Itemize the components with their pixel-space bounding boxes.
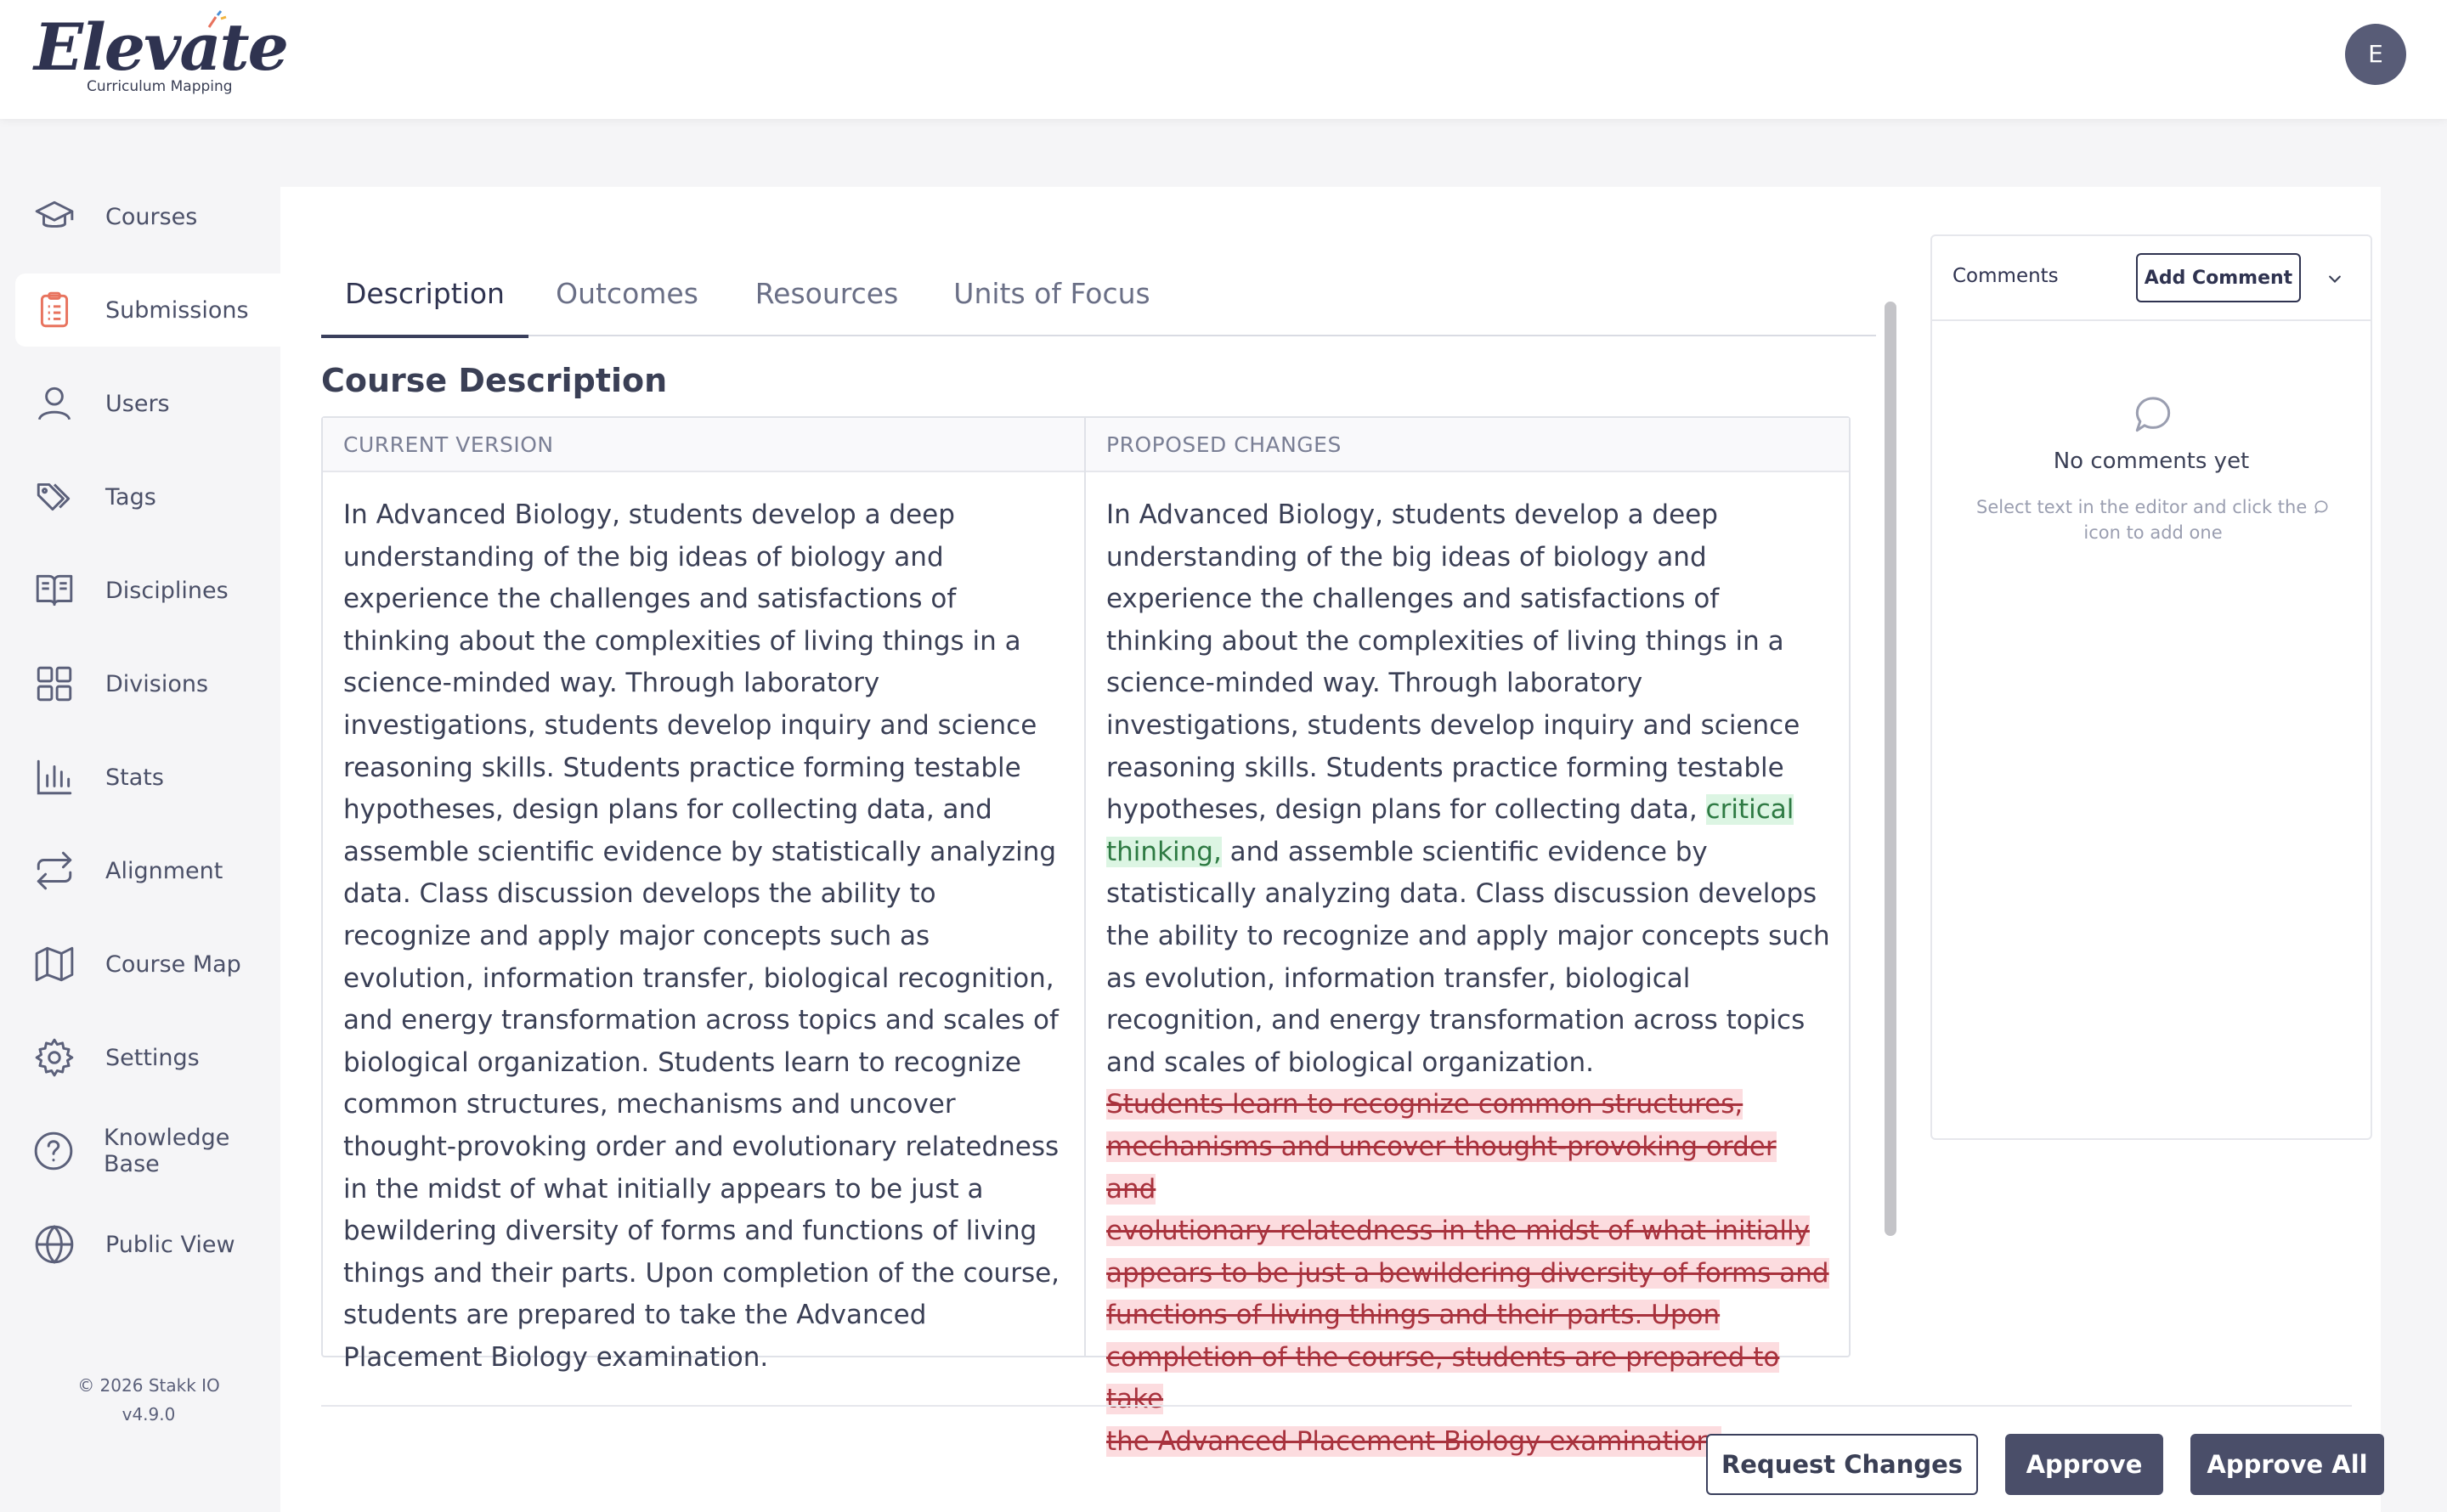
hint-text: Select text in the editor and click the: [1976, 497, 2308, 517]
sidebar-item-tags[interactable]: Tags: [15, 460, 280, 533]
sidebar-item-label: Knowledge Base: [104, 1125, 230, 1177]
sidebar-item-public-view[interactable]: Public View: [15, 1208, 280, 1281]
current-version-header: CURRENT VERSION: [323, 418, 1084, 472]
sidebar-item-label: Courses: [105, 203, 198, 230]
proposed-changes-text: In Advanced Biology, students develop a …: [1086, 472, 1849, 1464]
sidebar-item-course-map[interactable]: Course Map: [15, 928, 280, 1001]
section-title: Course Description: [321, 362, 668, 399]
user-icon: [32, 381, 76, 426]
grid-icon: [32, 662, 76, 706]
comments-hint: Select text in the editor and click the …: [1966, 494, 2340, 545]
sidebar-item-users[interactable]: Users: [15, 367, 280, 440]
comment-bubble-icon: [2314, 500, 2328, 514]
deleted-line: mechanisms and uncover thought-provoking…: [1106, 1131, 1777, 1205]
tab-underline: [321, 335, 1876, 336]
current-version-text: In Advanced Biology, students develop a …: [343, 499, 1060, 1373]
clipboard-icon: [32, 288, 76, 332]
current-version-column: CURRENT VERSION In Advanced Biology, stu…: [323, 418, 1086, 1373]
comments-panel: Comments Add Comment No comments yet Sel…: [1930, 234, 2372, 1140]
app-footer: © 2026 Stakk IO v4.9.0: [51, 1371, 246, 1429]
gear-icon: [32, 1035, 76, 1080]
sidebar-item-label: Settings: [105, 1044, 200, 1071]
sidebar-item-label: Public View: [105, 1231, 235, 1258]
bar-chart-icon: [32, 755, 76, 799]
sidebar-item-label: Users: [105, 390, 170, 417]
map-icon: [32, 942, 76, 986]
comments-title: Comments: [1953, 265, 2059, 287]
tab-outcomes[interactable]: Outcomes: [542, 253, 712, 335]
diff-viewer: CURRENT VERSION In Advanced Biology, stu…: [321, 416, 1851, 1458]
approve-button[interactable]: Approve: [2005, 1434, 2163, 1495]
sidebar-item-disciplines[interactable]: Disciplines: [15, 554, 280, 627]
deleted-line: appears to be just a bewildering diversi…: [1106, 1257, 1829, 1289]
copyright-text: © 2026 Stakk IO: [77, 1375, 220, 1396]
sidebar-item-label: Disciplines: [105, 577, 229, 604]
graduation-cap-icon: [32, 195, 76, 239]
tab-description[interactable]: Description: [321, 253, 528, 338]
deleted-line: Students learn to recognize common struc…: [1106, 1089, 1743, 1120]
sparkle-icon: [207, 10, 227, 28]
proposed-changes-header: PROPOSED CHANGES: [1086, 418, 1849, 472]
sidebar-item-courses[interactable]: Courses: [15, 180, 280, 253]
sidebar-item-label: Submissions: [105, 296, 249, 324]
comments-header: Comments Add Comment: [1932, 236, 2371, 321]
sidebar-item-label: Stats: [105, 764, 164, 791]
approve-all-button[interactable]: Approve All: [2190, 1434, 2384, 1495]
add-comment-button[interactable]: Add Comment: [2136, 253, 2301, 302]
empty-comments-title: No comments yet: [2053, 449, 2250, 474]
brand-logo[interactable]: Elevate Curriculum Mapping: [34, 7, 289, 100]
sidebar-item-alignment[interactable]: Alignment: [15, 834, 280, 907]
top-header: Elevate Curriculum Mapping E: [0, 0, 2447, 119]
tags-icon: [32, 475, 76, 519]
sidebar-item-submissions[interactable]: Submissions: [15, 274, 280, 347]
message-circle-icon: [2135, 397, 2171, 432]
sidebar-item-knowledge-base[interactable]: Knowledge Base: [15, 1114, 280, 1188]
page-title-clipped: [544, 187, 595, 202]
deleted-line: completion of the course, students are p…: [1106, 1341, 1780, 1415]
brand-tagline: Curriculum Mapping: [87, 78, 233, 95]
repeat-icon: [32, 849, 76, 893]
sidebar-item-label: Divisions: [105, 670, 209, 697]
user-avatar[interactable]: E: [2345, 24, 2406, 85]
tab-bar: Description Outcomes Resources Units of …: [321, 253, 1876, 340]
tab-resources[interactable]: Resources: [737, 253, 916, 335]
request-changes-button[interactable]: Request Changes: [1706, 1434, 1978, 1495]
sidebar-item-label: Course Map: [105, 951, 241, 978]
sidebar-item-divisions[interactable]: Divisions: [15, 647, 280, 720]
unchanged-text: In Advanced Biology, students develop a …: [1106, 499, 1800, 826]
sidebar-item-label: Tags: [105, 483, 156, 511]
chevron-down-icon[interactable]: [2323, 267, 2347, 291]
deleted-line: functions of living things and their par…: [1106, 1300, 1721, 1331]
unchanged-text: and assemble scientific evidence by stat…: [1106, 836, 1830, 1078]
deleted-line: the Advanced Placement Biology examinati…: [1106, 1426, 1721, 1458]
brand-name: Elevate: [34, 9, 289, 85]
help-circle-icon: [32, 1129, 75, 1173]
vertical-scrollbar[interactable]: [1885, 302, 1896, 1236]
sidebar-item-settings[interactable]: Settings: [15, 1021, 280, 1094]
action-divider: [321, 1405, 2352, 1407]
globe-icon: [32, 1222, 76, 1267]
sidebar-item-label: Alignment: [105, 857, 223, 884]
hint-text: icon to add one: [2083, 522, 2223, 543]
sidebar-item-stats[interactable]: Stats: [15, 741, 280, 814]
main-content: Description Outcomes Resources Units of …: [280, 187, 2384, 1512]
deleted-line: evolutionary relatedness in the midst of…: [1106, 1216, 1810, 1247]
version-text: v4.9.0: [122, 1404, 176, 1425]
tab-units-of-focus[interactable]: Units of Focus: [941, 253, 1162, 335]
book-open-icon: [32, 568, 76, 612]
proposed-changes-column: PROPOSED CHANGES In Advanced Biology, st…: [1086, 418, 1849, 1458]
